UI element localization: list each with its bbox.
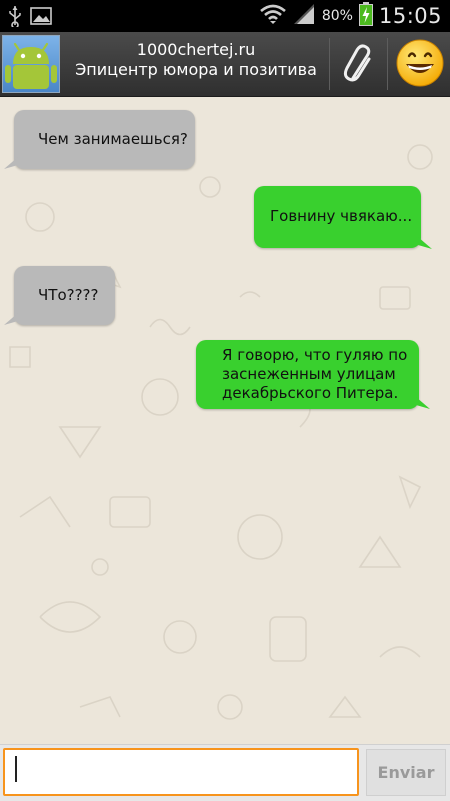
contact-status: Эпицентр юмора и позитива [75, 60, 317, 79]
bubble-tail [418, 237, 432, 249]
message-bubble-outgoing[interactable]: Я говорю, что гуляю по заснеженным улица… [196, 340, 419, 409]
battery-percent: 80% [321, 8, 353, 24]
bubble-tail [4, 313, 18, 325]
status-right: 80% 15:05 [260, 0, 442, 32]
send-button[interactable]: Enviar [366, 749, 446, 796]
attach-button[interactable] [330, 32, 386, 96]
contact-avatar[interactable] [2, 35, 60, 93]
android-robot-icon [5, 42, 57, 89]
bubble-tail [4, 157, 18, 169]
smiley-icon [396, 39, 444, 87]
message-text-line: Я говорю, что гуляю по [222, 346, 408, 364]
battery-charging-icon [358, 2, 373, 30]
message-text: ЧТо???? [38, 286, 99, 304]
emoji-button[interactable] [388, 32, 450, 96]
message-bubble-outgoing[interactable]: Говнину чвякаю... [254, 186, 421, 248]
contact-name: 1000chertej.ru [136, 40, 256, 59]
message-bubble-incoming[interactable]: ЧТо???? [14, 266, 115, 325]
bubble-tail [416, 397, 430, 409]
message-text: Говнину чвякаю... [270, 207, 413, 225]
message-input[interactable] [3, 748, 359, 796]
paperclip-icon [343, 44, 371, 82]
message-text: Чем занимаешься? [38, 130, 188, 148]
composer-bar: Enviar [0, 744, 450, 801]
message-bubble-incoming[interactable]: Чем занимаешься? [14, 110, 195, 169]
message-text-line: декабрьского Питера. [222, 384, 399, 402]
message-text-line: заснеженным улицам [222, 365, 396, 383]
contact-title[interactable]: 1000chertej.ru Эпицентр юмора и позитива [64, 40, 328, 80]
wifi-icon [260, 3, 286, 29]
chat-area[interactable]: Чем занимаешься? Говнину чвякаю... ЧТо??… [0, 97, 450, 744]
chat-header: 1000chertej.ru Эпицентр юмора и позитива [0, 32, 450, 97]
status-bar: 80% 15:05 [0, 0, 450, 32]
status-left [8, 5, 52, 31]
signal-icon [292, 3, 316, 29]
clock: 15:05 [378, 4, 442, 28]
usb-icon [8, 5, 22, 31]
text-cursor [15, 756, 17, 782]
gallery-icon [30, 6, 52, 30]
